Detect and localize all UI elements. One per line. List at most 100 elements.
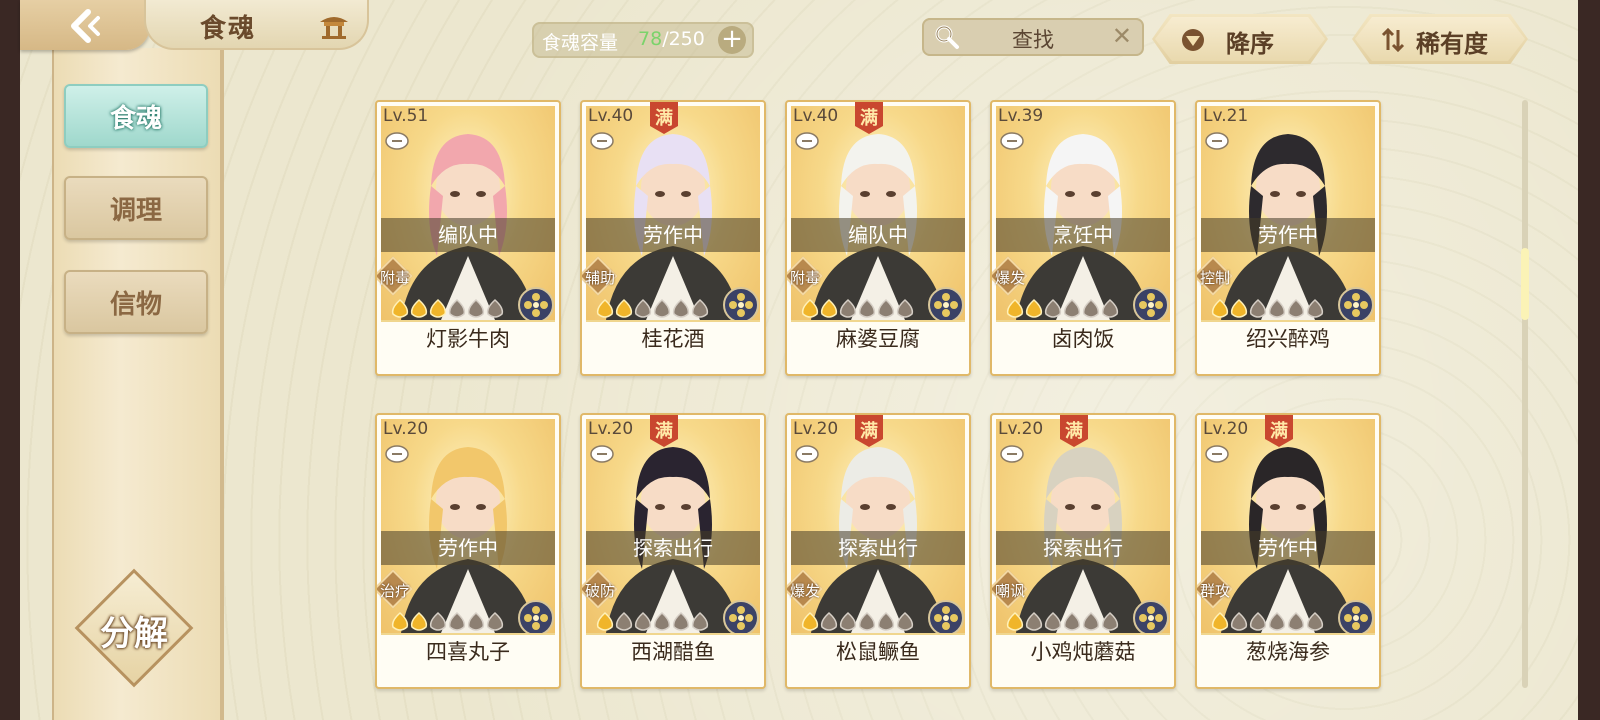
- speech-bubble-icon[interactable]: [1205, 445, 1229, 463]
- speech-bubble-icon[interactable]: [590, 445, 614, 463]
- food-soul-card[interactable]: Lv.39 烹饪中 爆发 卤肉饭: [990, 100, 1176, 376]
- character-name: 四喜丸子: [426, 640, 510, 664]
- level-label: Lv.40: [588, 106, 634, 126]
- star-rating: [1211, 611, 1324, 631]
- pavilion-icon[interactable]: [318, 12, 350, 40]
- decompose-label: 分解: [100, 614, 168, 654]
- role-badge: 爆发: [992, 256, 1028, 296]
- max-level-label: 满: [655, 421, 673, 442]
- clear-search-icon[interactable]: ✕: [1112, 22, 1132, 50]
- role-badge: 嘲讽: [992, 569, 1028, 609]
- flower-emblem-icon: [1133, 600, 1169, 636]
- capacity-value: 78/250: [638, 28, 705, 50]
- level-label: Lv.51: [383, 106, 429, 126]
- sort-key-button[interactable]: 稀有度: [1352, 14, 1528, 64]
- food-soul-card[interactable]: Lv.20 满探索出行 爆发 松鼠鳜鱼: [785, 413, 971, 689]
- flame-icon-unlit: [1025, 611, 1043, 631]
- flame-icon-unlit: [448, 611, 466, 631]
- character-name: 松鼠鳜鱼: [836, 640, 920, 664]
- max-level-label: 满: [655, 108, 673, 129]
- star-rating: [1006, 298, 1119, 318]
- food-soul-card[interactable]: Lv.51 编队中 附毒 灯影牛肉: [375, 100, 561, 376]
- star-rating: [801, 611, 914, 631]
- star-rating: [391, 298, 504, 318]
- food-soul-card[interactable]: Lv.21 劳作中 控制 绍兴醉鸡: [1195, 100, 1381, 376]
- search-placeholder: 查找: [1012, 28, 1054, 52]
- scrollbar-track[interactable]: [1522, 100, 1528, 688]
- max-level-badge: 满: [1058, 415, 1090, 447]
- flame-icon-unlit: [1082, 298, 1100, 318]
- flame-icon-unlit: [877, 298, 895, 318]
- capacity-total: /250: [662, 28, 705, 50]
- flame-icon-lit: [410, 298, 428, 318]
- status-label: 编队中: [381, 218, 555, 252]
- role-label: 爆发: [789, 582, 820, 600]
- search-input[interactable]: 查找 ✕: [922, 18, 1144, 56]
- capacity-display: 食魂容量 78/250 +: [532, 22, 754, 58]
- capacity-current: 78: [638, 28, 663, 50]
- flame-icon-unlit: [877, 611, 895, 631]
- food-soul-card[interactable]: Lv.40 满编队中 附毒 麻婆豆腐: [785, 100, 971, 376]
- tab-cooking[interactable]: 调理: [64, 176, 208, 240]
- flame-icon-lit: [801, 611, 819, 631]
- tab-food-soul[interactable]: 食魂: [64, 84, 208, 148]
- flame-icon-unlit: [1101, 611, 1119, 631]
- status-label: 劳作中: [1201, 531, 1375, 565]
- speech-bubble-icon[interactable]: [1000, 445, 1024, 463]
- back-arrow-icon: [71, 9, 100, 43]
- tab-token[interactable]: 信物: [64, 270, 208, 334]
- sort-order-button[interactable]: 降序: [1152, 14, 1328, 64]
- decompose-button[interactable]: 分解: [74, 568, 194, 688]
- character-name: 小鸡炖蘑菇: [1030, 640, 1136, 664]
- flame-icon-unlit: [467, 298, 485, 318]
- flame-icon-unlit: [486, 611, 504, 631]
- max-level-label: 满: [1270, 421, 1288, 442]
- role-label: 嘲讽: [994, 582, 1025, 600]
- status-label: 劳作中: [586, 218, 760, 252]
- character-name: 麻婆豆腐: [836, 327, 920, 351]
- flame-icon-unlit: [858, 611, 876, 631]
- speech-bubble-icon[interactable]: [385, 445, 409, 463]
- flame-icon-unlit: [429, 611, 447, 631]
- flame-icon-lit: [391, 611, 409, 631]
- speech-bubble-icon[interactable]: [1205, 132, 1229, 150]
- food-soul-card[interactable]: Lv.20 满劳作中 群攻 葱烧海参: [1195, 413, 1381, 689]
- flower-emblem-icon: [723, 600, 759, 636]
- level-label: Lv.20: [383, 419, 429, 439]
- scrollbar-thumb[interactable]: [1521, 248, 1529, 320]
- level-label: Lv.20: [588, 419, 634, 439]
- level-label: Lv.39: [998, 106, 1044, 126]
- star-rating: [801, 298, 914, 318]
- role-label: 群攻: [1199, 582, 1230, 600]
- flame-icon-unlit: [672, 611, 690, 631]
- food-soul-card[interactable]: Lv.40 满劳作中 辅助 桂花酒: [580, 100, 766, 376]
- flame-icon-unlit: [634, 298, 652, 318]
- flame-icon-unlit: [1063, 611, 1081, 631]
- food-soul-card[interactable]: Lv.20 满探索出行 破防 西湖醋鱼: [580, 413, 766, 689]
- back-button[interactable]: [62, 6, 110, 46]
- role-label: 附毒: [789, 269, 820, 287]
- food-soul-card[interactable]: Lv.20 满探索出行 嘲讽 小鸡炖蘑菇: [990, 413, 1176, 689]
- max-level-badge: 满: [648, 102, 680, 134]
- flame-icon-lit: [1006, 611, 1024, 631]
- character-name: 桂花酒: [641, 327, 705, 351]
- capacity-add-button[interactable]: +: [718, 26, 746, 54]
- speech-bubble-icon[interactable]: [385, 132, 409, 150]
- star-rating: [1211, 298, 1324, 318]
- character-name: 西湖醋鱼: [631, 640, 715, 664]
- food-soul-card[interactable]: Lv.20 劳作中 治疗 四喜丸子: [375, 413, 561, 689]
- role-badge: 控制: [1197, 256, 1233, 296]
- page-title: 食魂: [200, 14, 257, 44]
- speech-bubble-icon[interactable]: [795, 132, 819, 150]
- flower-emblem-icon: [928, 600, 964, 636]
- status-label: 劳作中: [1201, 218, 1375, 252]
- speech-bubble-icon[interactable]: [590, 132, 614, 150]
- level-label: Lv.20: [998, 419, 1044, 439]
- level-label: Lv.20: [793, 419, 839, 439]
- capacity-label: 食魂容量: [542, 32, 619, 54]
- speech-bubble-icon[interactable]: [1000, 132, 1024, 150]
- flame-icon-lit: [1211, 298, 1229, 318]
- speech-bubble-icon[interactable]: [795, 445, 819, 463]
- flame-icon-unlit: [1044, 611, 1062, 631]
- star-rating: [596, 298, 709, 318]
